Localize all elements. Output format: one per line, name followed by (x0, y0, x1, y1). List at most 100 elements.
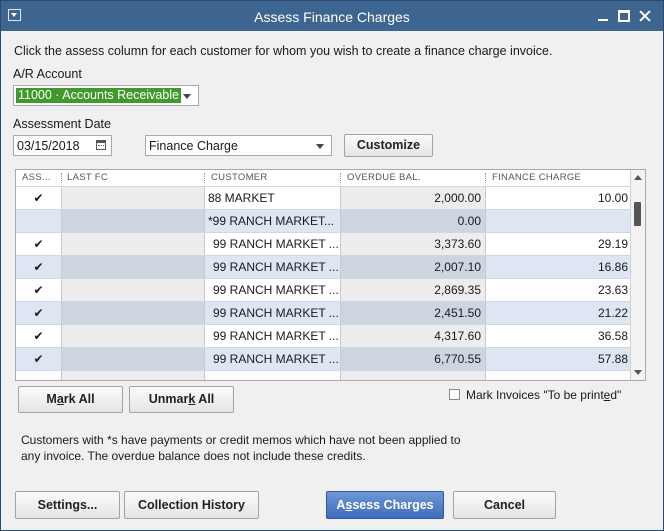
customer-cell: 99 RANCH MARKET ... (204, 348, 340, 370)
scroll-up-icon[interactable] (634, 175, 642, 180)
mark-all-label-rest: rk All (63, 392, 95, 406)
assess-charges-button[interactable]: Assess Charges (326, 491, 444, 519)
overdue-balance-cell: 3,373.60 (340, 233, 485, 255)
settings-button[interactable]: Settings... (15, 491, 120, 519)
collection-history-button[interactable]: Collection History (124, 491, 259, 519)
column-divider[interactable] (204, 173, 205, 183)
customer-cell (204, 371, 340, 380)
table-row[interactable]: ✔ 99 RANCH MARKET ... 6,770.55 57.88 (16, 347, 632, 370)
column-header-last-fc[interactable]: LAST FC (67, 172, 108, 183)
finance-charge-cell[interactable]: 29.19 (485, 233, 632, 255)
finance-charge-cell[interactable]: 16.86 (485, 256, 632, 278)
overdue-balance-cell (340, 371, 485, 380)
last-fc-cell (61, 233, 204, 255)
overdue-balance-cell: 6,770.55 (340, 348, 485, 370)
last-fc-cell (61, 371, 204, 380)
overdue-balance-cell: 2,007.10 (340, 256, 485, 278)
mark-invoices-label-rest: d" (610, 388, 622, 402)
customize-button[interactable]: Customize (344, 134, 433, 157)
minimize-icon[interactable] (595, 8, 611, 24)
mark-all-button[interactable]: Mark All (18, 386, 123, 413)
table-row[interactable]: ✔ 99 RANCH MARKET ... 4,317.60 36.58 (16, 324, 632, 347)
assess-checkmark[interactable]: ✔ (16, 325, 61, 347)
finance-charge-cell[interactable]: 57.88 (485, 348, 632, 370)
calendar-icon[interactable] (96, 140, 106, 150)
assess-checkmark[interactable]: ✔ (16, 279, 61, 301)
customer-cell: 99 RANCH MARKET ... (204, 279, 340, 301)
table-header: ASS... LAST FC CUSTOMER OVERDUE BAL. FIN… (16, 170, 632, 186)
assessment-date-label: Assessment Date (13, 117, 111, 131)
table-row[interactable]: ✔ 88 MARKET 2,000.00 10.00 (16, 186, 632, 209)
table-row[interactable]: ✔ 99 RANCH MARKET ... 2,869.35 23.63 (16, 278, 632, 301)
table-row[interactable]: ✔ 99 RANCH MARKET ... 2,007.10 16.86 (16, 255, 632, 278)
last-fc-cell (61, 348, 204, 370)
assessment-date-field[interactable]: 03/15/2018 (13, 135, 112, 156)
mark-invoices-label[interactable]: Mark Invoices "To be printed" (466, 388, 621, 402)
scroll-thumb[interactable] (634, 202, 641, 226)
maximize-icon[interactable] (616, 8, 632, 24)
overdue-balance-cell: 4,317.60 (340, 325, 485, 347)
table-row[interactable]: ✔ 99 RANCH MARKET ... 2,451.50 21.22 (16, 301, 632, 324)
table-row[interactable]: *99 RANCH MARKET... 0.00 (16, 209, 632, 232)
mark-invoices-to-be-printed-checkbox[interactable] (449, 389, 460, 400)
assess-checkmark[interactable]: ✔ (16, 256, 61, 278)
finance-charge-cell[interactable]: 23.63 (485, 279, 632, 301)
overdue-balance-cell: 0.00 (340, 210, 485, 232)
overdue-balance-cell: 2,451.50 (340, 302, 485, 324)
template-dropdown[interactable]: Finance Charge (145, 135, 332, 156)
assess-charges-label-rest: sess Charges (352, 498, 434, 512)
mark-all-mnemonic: a (56, 392, 64, 406)
last-fc-cell (61, 187, 204, 209)
table-row[interactable] (16, 370, 632, 380)
finance-charge-cell[interactable] (485, 210, 632, 232)
unmark-all-button[interactable]: Unmark All (129, 386, 234, 413)
customer-cell: 99 RANCH MARKET ... (204, 325, 340, 347)
mark-all-label: M (46, 392, 57, 406)
scroll-down-icon[interactable] (634, 370, 642, 375)
last-fc-cell (61, 325, 204, 347)
vertical-scrollbar[interactable] (630, 170, 645, 380)
last-fc-cell (61, 210, 204, 232)
column-divider[interactable] (485, 173, 486, 183)
column-divider[interactable] (340, 173, 341, 183)
assess-checkmark[interactable] (16, 210, 61, 232)
finance-charge-cell[interactable]: 10.00 (485, 187, 632, 209)
overdue-balance-cell: 2,869.35 (340, 279, 485, 301)
title-bar: Assess Finance Charges (1, 1, 663, 31)
last-fc-cell (61, 302, 204, 324)
assessment-date-value: 03/15/2018 (17, 139, 80, 153)
cancel-button[interactable]: Cancel (453, 491, 556, 519)
customer-cell: *99 RANCH MARKET... (204, 210, 340, 232)
window-title: Assess Finance Charges (254, 9, 410, 25)
column-header-overdue[interactable]: OVERDUE BAL. (347, 172, 421, 183)
ar-account-value: 11000 · Accounts Receivable (16, 88, 181, 103)
column-divider[interactable] (61, 173, 62, 183)
last-fc-cell (61, 256, 204, 278)
assess-checkmark[interactable] (16, 371, 61, 380)
assess-checkmark[interactable]: ✔ (16, 348, 61, 370)
finance-charge-table: ASS... LAST FC CUSTOMER OVERDUE BAL. FIN… (15, 169, 646, 381)
credits-note: Customers with *s have payments or credi… (21, 433, 461, 463)
customer-cell: 88 MARKET (204, 187, 340, 209)
ar-account-dropdown[interactable]: 11000 · Accounts Receivable (13, 85, 199, 106)
column-header-assess[interactable]: ASS... (22, 172, 51, 183)
last-fc-cell (61, 279, 204, 301)
assess-checkmark[interactable]: ✔ (16, 233, 61, 255)
close-icon[interactable] (637, 8, 653, 24)
instruction-text: Click the assess column for each custome… (14, 44, 553, 58)
finance-charge-cell[interactable]: 36.58 (485, 325, 632, 347)
chevron-down-icon (316, 144, 324, 149)
unmark-all-label: Unmar (148, 392, 189, 406)
template-value: Finance Charge (149, 139, 238, 153)
finance-charge-cell[interactable] (485, 371, 632, 380)
column-header-finance-charge[interactable]: FINANCE CHARGE (492, 172, 581, 183)
unmark-all-label-rest: All (195, 392, 215, 406)
overdue-balance-cell: 2,000.00 (340, 187, 485, 209)
table-row[interactable]: ✔ 99 RANCH MARKET ... 3,373.60 29.19 (16, 232, 632, 255)
ar-account-label: A/R Account (13, 67, 82, 81)
assess-checkmark[interactable]: ✔ (16, 187, 61, 209)
column-header-customer[interactable]: CUSTOMER (211, 172, 268, 183)
customer-cell: 99 RANCH MARKET ... (204, 233, 340, 255)
assess-checkmark[interactable]: ✔ (16, 302, 61, 324)
finance-charge-cell[interactable]: 21.22 (485, 302, 632, 324)
